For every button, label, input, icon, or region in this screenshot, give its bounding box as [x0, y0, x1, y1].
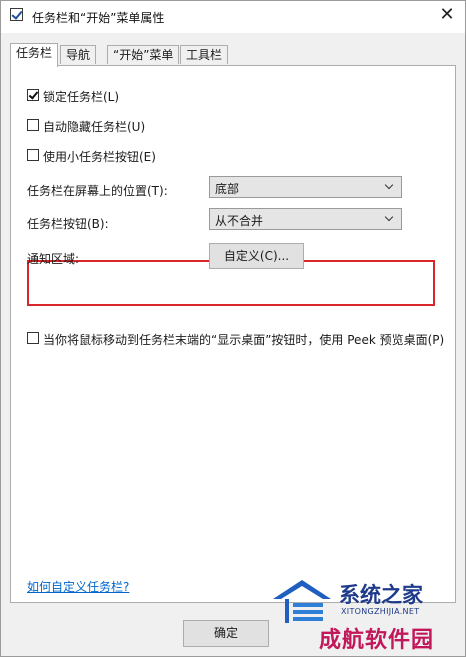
auto-hide-label: 自动隐藏任务栏(U) — [43, 120, 146, 134]
tab-toolbars[interactable]: 工具栏 — [180, 45, 229, 64]
tab-taskbar[interactable]: 任务栏 — [10, 43, 59, 67]
close-icon: ✕ — [439, 4, 455, 25]
watermark-url: XITONGZHIJIA.NET — [341, 607, 420, 616]
location-value: 底部 — [215, 182, 240, 196]
tab-navigation[interactable]: 导航 — [60, 45, 97, 64]
auto-hide-checkbox[interactable] — [27, 119, 39, 131]
taskbar-properties-icon — [10, 8, 23, 21]
notification-area-label: 通知区域: — [27, 252, 80, 266]
chevron-down-icon — [384, 180, 394, 190]
site-watermark: 系统之家 XITONGZHIJIA.NET 成航软件园 — [269, 567, 466, 658]
taskbar-buttons-label: 任务栏按钮(B): — [27, 217, 109, 231]
title-bar: 任务栏和“开始”菜单属性 ✕ — [1, 1, 465, 33]
taskbar-buttons-value: 从不合并 — [215, 214, 264, 228]
customize-button[interactable]: 自定义(C)... — [209, 243, 304, 269]
window-title: 任务栏和“开始”菜单属性 — [32, 11, 165, 25]
peek-checkbox[interactable] — [27, 332, 39, 344]
tab-start-menu[interactable]: “开始”菜单 — [107, 45, 180, 64]
customize-help-link[interactable]: 如何自定义任务栏? — [27, 578, 129, 595]
small-buttons-checkbox[interactable] — [27, 149, 39, 161]
lock-taskbar-label: 锁定任务栏(L) — [43, 90, 120, 104]
location-label: 任务栏在屏幕上的位置(T): — [27, 184, 168, 198]
properties-dialog: 任务栏和“开始”菜单属性 ✕ 任务栏 导航 “开始”菜单 工具栏 锁定任务栏(L… — [0, 0, 466, 657]
lock-taskbar-checkbox[interactable] — [27, 89, 39, 101]
taskbar-buttons-select[interactable]: 从不合并 — [209, 208, 402, 230]
ok-button[interactable]: 确定 — [183, 620, 269, 647]
close-button[interactable]: ✕ — [433, 4, 461, 28]
taskbar-tab-panel: 锁定任务栏(L) 自动隐藏任务栏(U) 使用小任务栏按钮(E) 任务栏在屏幕上的… — [10, 65, 456, 603]
watermark-subtitle: 成航软件园 — [319, 628, 435, 653]
watermark-title: 系统之家 — [339, 583, 423, 607]
location-select[interactable]: 底部 — [209, 176, 402, 198]
chevron-down-icon — [384, 212, 394, 222]
peek-label: 当你将鼠标移动到任务栏末端的“显示桌面”按钮时，使用 Peek 预览桌面(P) — [43, 333, 445, 347]
house-logo-icon — [273, 580, 331, 623]
small-buttons-label: 使用小任务栏按钮(E) — [43, 150, 156, 164]
